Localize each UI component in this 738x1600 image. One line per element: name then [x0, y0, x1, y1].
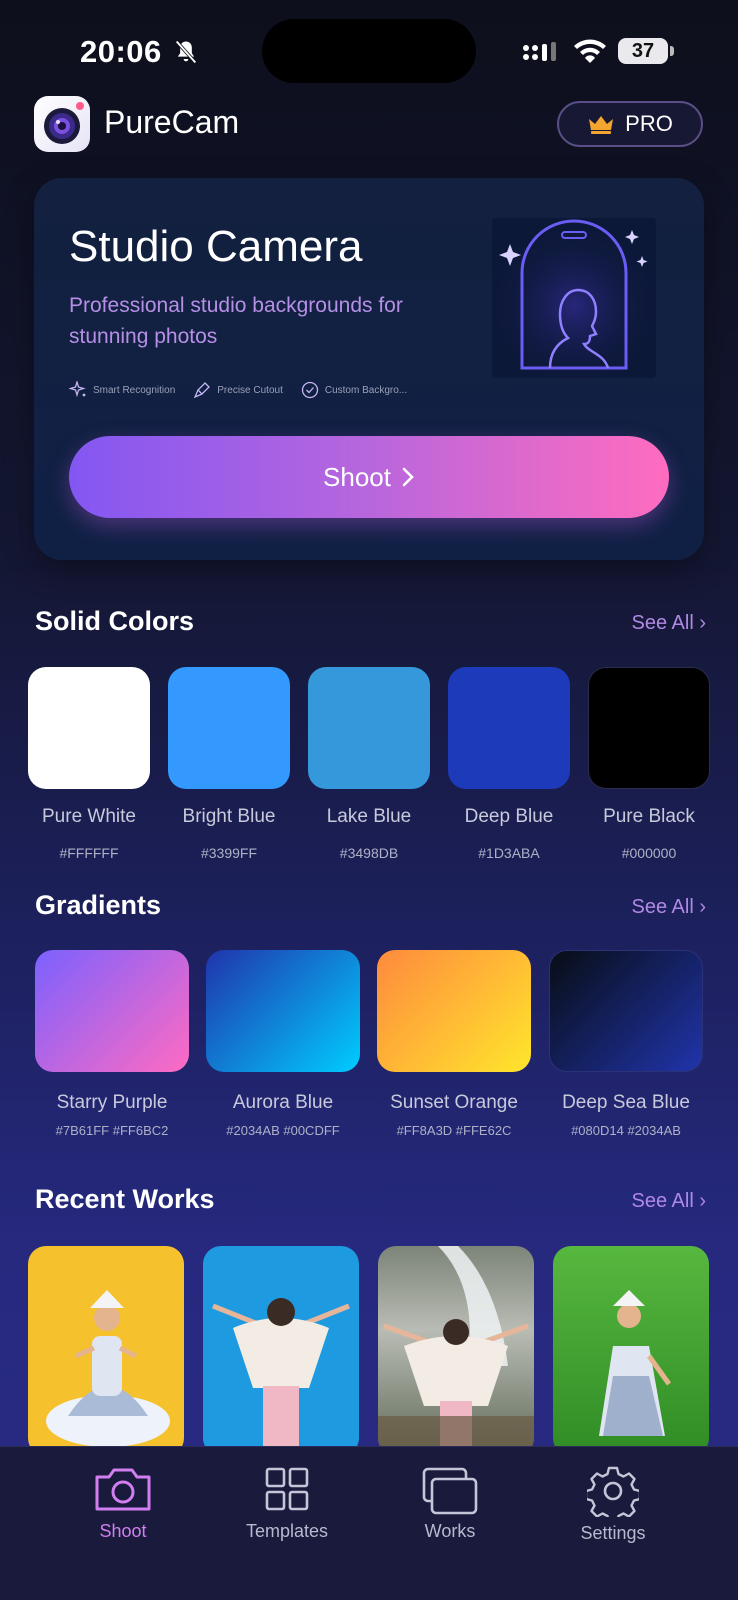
tab-bar: Shoot Templates Works Settings	[0, 1446, 738, 1600]
camera-icon	[95, 1468, 151, 1511]
chevron-right-icon	[402, 467, 414, 487]
swatch-name: Deep Blue	[464, 806, 554, 827]
gradient-name: Deep Sea Blue	[562, 1092, 690, 1113]
gradient-hex: #FF8A3D #FFE62C	[396, 1123, 512, 1138]
solid-color-swatch[interactable]	[168, 667, 290, 789]
check-circle-icon	[301, 381, 319, 399]
swatch-hex: #FFFFFF	[59, 845, 119, 861]
recent-work-thumbnail[interactable]	[203, 1246, 359, 1456]
tab-shoot[interactable]: Shoot	[58, 1465, 188, 1542]
swatch-name: Lake Blue	[326, 806, 412, 827]
gradient-swatch[interactable]	[35, 950, 189, 1072]
solid-colors-title: Solid Colors	[35, 606, 195, 636]
recent-works-title: Recent Works	[35, 1184, 215, 1214]
studio-camera-card: Studio Camera Professional studio backgr…	[34, 178, 704, 560]
status-bar: 20:06 37	[0, 0, 738, 90]
wifi-icon	[574, 39, 606, 63]
status-time: 20:06	[80, 34, 162, 69]
pro-label: PRO	[625, 111, 673, 136]
tab-works[interactable]: Works	[385, 1465, 515, 1542]
gradients-see-all[interactable]: See All ›	[632, 896, 706, 919]
gradient-name: Sunset Orange	[390, 1092, 518, 1113]
camera-lens-icon	[44, 102, 84, 144]
recent-work-thumbnail[interactable]	[28, 1246, 184, 1456]
swatch-hex: #1D3ABA	[478, 845, 540, 861]
gradient-name: Starry Purple	[56, 1092, 168, 1113]
grid-icon	[265, 1467, 309, 1511]
feature-list: Smart Recognition Precise Cutout Custom …	[69, 381, 407, 399]
feature-smart-recognition: Smart Recognition	[69, 381, 175, 399]
crown-icon	[589, 116, 614, 134]
app-logo	[34, 96, 90, 152]
tab-templates[interactable]: Templates	[222, 1465, 352, 1542]
tab-label: Settings	[580, 1523, 646, 1543]
dancer-photo	[212, 1298, 350, 1456]
solid-color-swatch[interactable]	[448, 667, 570, 789]
feature-custom-background: Custom Backgro...	[301, 381, 407, 399]
swatch-hex: #3399FF	[200, 845, 258, 861]
dancer-photo	[46, 1290, 170, 1447]
gradients-title: Gradients	[35, 890, 162, 920]
waterfall-photo	[378, 1246, 534, 1456]
solid-colors-see-all[interactable]: See All ›	[632, 612, 706, 635]
solid-color-swatch[interactable]	[588, 667, 710, 789]
recent-work-thumbnail[interactable]	[378, 1246, 534, 1456]
dancer-photo	[599, 1290, 672, 1436]
dynamic-island	[262, 19, 476, 83]
swatch-name: Pure Black	[603, 806, 695, 827]
hero-subtitle: Professional studio backgrounds for stun…	[69, 294, 403, 348]
recent-works-see-all[interactable]: See All ›	[632, 1190, 706, 1213]
battery-indicator: 37	[618, 38, 674, 64]
swatch-hex: #3498DB	[339, 845, 399, 861]
gradient-hex: #080D14 #2034AB	[571, 1123, 681, 1138]
gradient-swatch[interactable]	[377, 950, 531, 1072]
gradient-swatch[interactable]	[206, 950, 360, 1072]
solid-color-swatch[interactable]	[308, 667, 430, 789]
gear-icon	[587, 1466, 639, 1517]
shoot-button[interactable]: Shoot	[69, 436, 669, 518]
solid-color-swatch[interactable]	[28, 667, 150, 789]
swatch-name: Bright Blue	[182, 806, 276, 827]
tab-label: Shoot	[99, 1521, 147, 1541]
gradient-hex: #7B61FF #FF6BC2	[55, 1123, 169, 1138]
portrait-illustration	[492, 218, 656, 378]
pro-button[interactable]: PRO	[557, 101, 703, 147]
tab-label: Templates	[245, 1521, 329, 1541]
hero-title: Studio Camera	[69, 222, 363, 271]
bell-muted-icon	[175, 40, 197, 64]
app-title: PureCam	[104, 104, 240, 140]
cellular-signal-icon	[523, 42, 556, 61]
gradient-hex: #2034AB #00CDFF	[226, 1123, 340, 1138]
swatch-name: Pure White	[42, 806, 136, 827]
tab-settings[interactable]: Settings	[548, 1465, 678, 1544]
gradient-swatch[interactable]	[549, 950, 703, 1072]
shoot-button-label: Shoot	[323, 461, 391, 492]
feature-precise-cutout: Precise Cutout	[193, 381, 283, 399]
brush-icon	[194, 382, 211, 399]
gradient-name: Aurora Blue	[232, 1092, 334, 1113]
sparkle-icon	[69, 381, 86, 398]
tab-label: Works	[424, 1521, 476, 1541]
swatch-hex: #000000	[621, 845, 677, 861]
recent-work-thumbnail[interactable]	[553, 1246, 709, 1456]
stack-icon	[422, 1467, 478, 1515]
